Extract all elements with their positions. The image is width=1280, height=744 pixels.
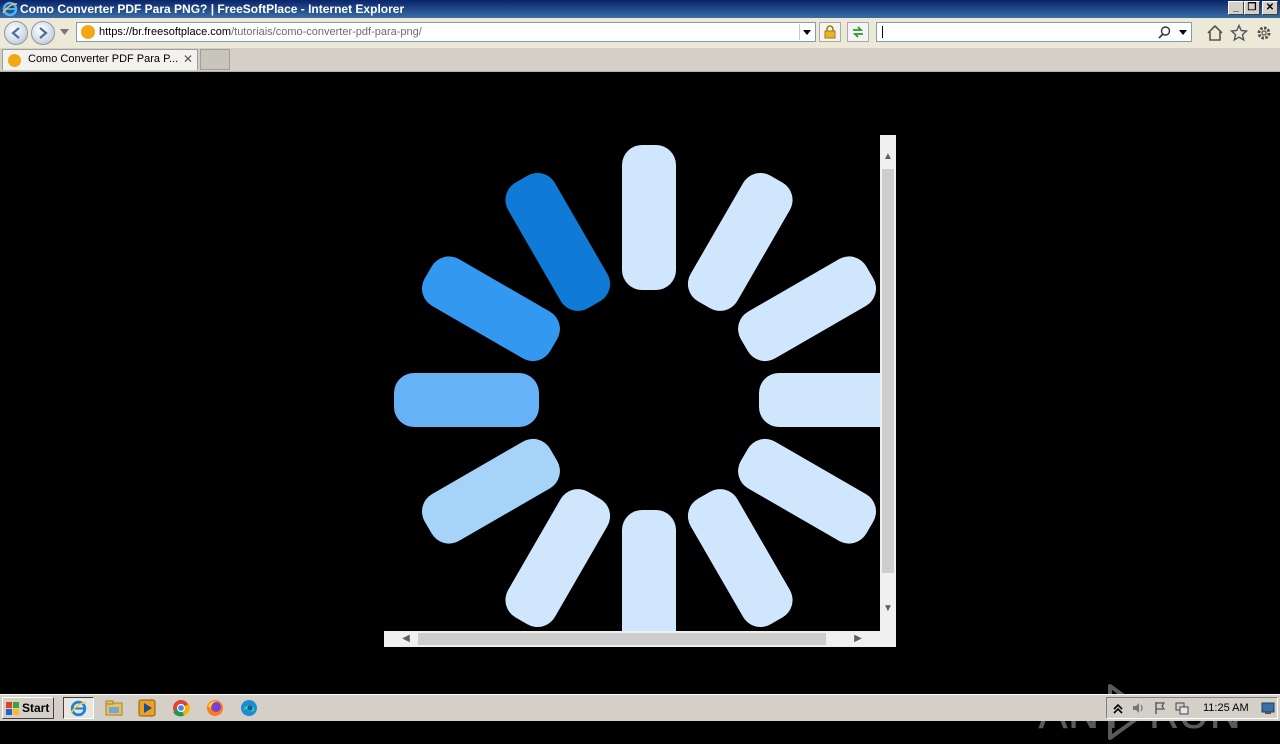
- lock-icon: [824, 25, 836, 39]
- loading-spinner: [394, 145, 896, 647]
- volume-icon[interactable]: [1131, 701, 1145, 715]
- file-explorer-icon[interactable]: [104, 698, 124, 718]
- spinner-bar: [394, 373, 539, 427]
- horizontal-scroll-thumb[interactable]: [418, 633, 826, 645]
- refresh-button[interactable]: [847, 22, 869, 42]
- address-bar[interactable]: https://br.freesoftplace.com/tutoriais/c…: [76, 22, 816, 42]
- horizontal-scrollbar[interactable]: ◀ ▶: [384, 631, 880, 647]
- windows-logo-icon: [6, 702, 19, 715]
- edge-icon[interactable]: [239, 698, 259, 718]
- security-lock-button[interactable]: [819, 22, 841, 42]
- taskbar: Start 11:25 AM: [0, 694, 1280, 721]
- taskbar-item-internet-explorer[interactable]: [63, 697, 94, 719]
- forward-button[interactable]: [31, 21, 55, 45]
- chrome-icon[interactable]: [171, 698, 191, 718]
- scroll-up-icon[interactable]: ▲: [880, 149, 896, 165]
- favorites-star-icon[interactable]: [1230, 24, 1248, 42]
- internet-explorer-icon: [2, 1, 18, 17]
- firefox-icon[interactable]: [205, 698, 225, 718]
- internet-explorer-taskbar-icon: [70, 700, 87, 717]
- gear-icon[interactable]: [1255, 24, 1273, 42]
- clock: 11:25 AM: [1203, 702, 1249, 714]
- search-box[interactable]: [876, 22, 1192, 42]
- home-icon[interactable]: [1206, 24, 1224, 42]
- tab-bar: Como Converter PDF Para P... ✕: [0, 48, 1280, 72]
- vertical-scroll-thumb[interactable]: [882, 169, 894, 573]
- restore-button[interactable]: ❐: [1244, 1, 1260, 15]
- system-tray: 11:25 AM: [1106, 697, 1278, 719]
- text-caret: [882, 26, 883, 38]
- start-button[interactable]: Start: [2, 697, 54, 719]
- network-icon[interactable]: [1175, 701, 1189, 715]
- search-icon[interactable]: [1158, 26, 1171, 39]
- action-center-flag-icon[interactable]: [1153, 701, 1167, 715]
- navigation-bar: https://br.freesoftplace.com/tutoriais/c…: [0, 18, 1280, 49]
- spinner-bar: [622, 145, 676, 290]
- back-button[interactable]: [4, 21, 28, 45]
- title-bar: Como Converter PDF Para PNG? | FreeSoftP…: [0, 0, 1280, 18]
- site-favicon-icon: [81, 25, 95, 39]
- start-label: Start: [22, 701, 50, 715]
- new-tab-button[interactable]: [200, 49, 230, 70]
- close-window-button[interactable]: ✕: [1262, 1, 1278, 15]
- scroll-right-icon[interactable]: ▶: [850, 631, 866, 647]
- show-hidden-icons-icon[interactable]: [1111, 701, 1125, 715]
- address-dropdown-button[interactable]: [799, 24, 814, 40]
- scroll-down-icon[interactable]: ▼: [880, 601, 896, 617]
- scrollbar-corner: [880, 631, 896, 647]
- refresh-icon: [852, 26, 864, 38]
- forward-arrow-icon: [39, 27, 48, 39]
- spinner-bar: [759, 373, 896, 427]
- tab-label: Como Converter PDF Para P...: [28, 53, 179, 65]
- show-desktop-icon[interactable]: [1261, 701, 1275, 715]
- tab-favicon-icon: [8, 54, 21, 67]
- vertical-scrollbar[interactable]: ▲ ▼: [880, 135, 896, 631]
- history-dropdown-icon[interactable]: [60, 29, 69, 35]
- scroll-left-icon[interactable]: ◀: [398, 631, 414, 647]
- window-title: Como Converter PDF Para PNG? | FreeSoftP…: [20, 2, 405, 16]
- chevron-down-icon: [803, 30, 811, 35]
- page-content: ▲ ▼ ◀ ▶ ANY RUN: [0, 72, 1280, 740]
- media-player-icon[interactable]: [137, 698, 157, 718]
- embedded-frame: ▲ ▼ ◀ ▶: [384, 135, 896, 647]
- spinner-bar: [622, 510, 676, 647]
- address-url: https://br.freesoftplace.com/tutoriais/c…: [99, 26, 422, 38]
- tab-close-icon[interactable]: ✕: [183, 52, 193, 66]
- tab-current-page[interactable]: Como Converter PDF Para P... ✕: [2, 49, 198, 70]
- minimize-button[interactable]: _: [1228, 1, 1244, 15]
- back-arrow-icon: [11, 27, 20, 39]
- search-dropdown-icon[interactable]: [1176, 24, 1190, 40]
